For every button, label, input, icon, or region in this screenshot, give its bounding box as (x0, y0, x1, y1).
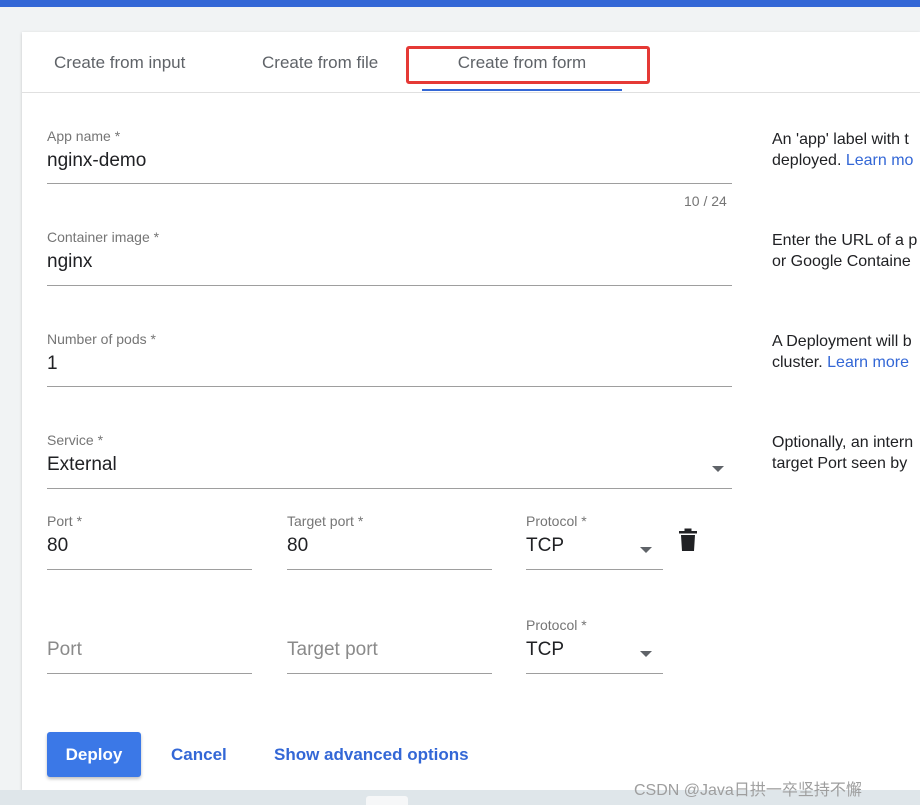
protocol-select-2[interactable]: Protocol * TCP (526, 617, 663, 675)
protocol-dropdown-icon-2[interactable] (640, 651, 652, 657)
delete-port-icon[interactable] (678, 528, 698, 552)
learn-more-link-app[interactable]: Learn mo (846, 152, 914, 169)
container-image-field[interactable]: Container image * nginx (47, 229, 732, 287)
target-port-field[interactable]: Target port * 80 (287, 513, 492, 571)
create-resource-card: Create from input Create from file Creat… (22, 32, 920, 790)
service-select[interactable]: Service * External (47, 432, 732, 490)
app-name-label: App name * (47, 128, 121, 144)
port-underline (47, 569, 252, 570)
help-container-image: Enter the URL of a p or Google Containe (772, 230, 920, 272)
help-pods-line1: A Deployment will b (772, 333, 912, 350)
tab-highlight-box (406, 46, 650, 84)
target-port-input[interactable]: 80 (287, 535, 308, 557)
pods-field[interactable]: Number of pods * 1 (47, 331, 732, 389)
target-port-field-empty[interactable]: Target port (287, 617, 492, 675)
protocol-label: Protocol * (526, 513, 587, 529)
show-advanced-options-button[interactable]: Show advanced options (274, 732, 469, 777)
service-label: Service * (47, 432, 104, 448)
target-port-underline (287, 569, 492, 570)
watermark: CSDN @Java日拱一卒坚持不懈 (634, 782, 862, 799)
help-service-line1: Optionally, an intern (772, 434, 914, 451)
top-app-bar (0, 0, 920, 7)
protocol-underline (526, 569, 663, 570)
help-app-name-line2: deployed. Learn mo (772, 150, 920, 171)
port-input[interactable]: 80 (47, 535, 68, 557)
app-name-field[interactable]: App name * nginx-demo (47, 128, 732, 186)
target-port-input-placeholder[interactable]: Target port (287, 639, 378, 661)
app-name-input[interactable]: nginx-demo (47, 150, 146, 172)
help-pods: A Deployment will b cluster. Learn more (772, 331, 920, 373)
port-underline-empty (47, 673, 252, 674)
tab-create-from-input[interactable]: Create from input (54, 32, 185, 92)
container-image-label: Container image * (47, 229, 160, 245)
service-dropdown-icon[interactable] (712, 466, 724, 472)
tab-create-from-file[interactable]: Create from file (262, 32, 378, 92)
protocol-underline-2 (526, 673, 663, 674)
taskbar-item[interactable] (366, 796, 408, 805)
help-app-name: An 'app' label with t deployed. Learn mo (772, 129, 920, 171)
active-tab-indicator (422, 89, 622, 91)
help-service-line2: target Port seen by (772, 455, 908, 472)
protocol-dropdown-icon[interactable] (640, 547, 652, 553)
deploy-button[interactable]: Deploy (47, 732, 141, 777)
port-input-placeholder[interactable]: Port (47, 639, 82, 661)
target-port-label: Target port * (287, 513, 364, 529)
protocol-label-2: Protocol * (526, 617, 587, 633)
tab-bar: Create from input Create from file Creat… (22, 32, 920, 93)
help-app-name-text: deployed. (772, 152, 846, 169)
cancel-button[interactable]: Cancel (171, 732, 227, 777)
help-container-image-line1: Enter the URL of a p (772, 232, 918, 249)
service-underline (47, 488, 732, 489)
learn-more-link-pods[interactable]: Learn more (827, 354, 909, 371)
protocol-value-2: TCP (526, 639, 564, 660)
help-pods-line2: cluster. Learn more (772, 352, 920, 373)
app-name-char-counter: 10 / 24 (684, 193, 727, 209)
help-pods-text: cluster. (772, 354, 828, 371)
protocol-select[interactable]: Protocol * TCP (526, 513, 663, 571)
port-label: Port * (47, 513, 83, 529)
protocol-value: TCP (526, 535, 564, 556)
pods-underline (47, 386, 732, 387)
container-image-underline (47, 285, 732, 286)
pods-input[interactable]: 1 (47, 353, 58, 375)
help-container-image-line2: or Google Containe (772, 253, 911, 270)
app-name-underline (47, 183, 732, 184)
help-app-name-line1: An 'app' label with t (772, 131, 909, 148)
pods-label: Number of pods * (47, 331, 156, 347)
container-image-input[interactable]: nginx (47, 251, 92, 273)
help-service: Optionally, an intern target Port seen b… (772, 432, 920, 474)
service-value: External (47, 454, 117, 475)
target-port-underline-empty (287, 673, 492, 674)
port-field[interactable]: Port * 80 (47, 513, 252, 571)
port-field-empty[interactable]: Port (47, 617, 252, 675)
